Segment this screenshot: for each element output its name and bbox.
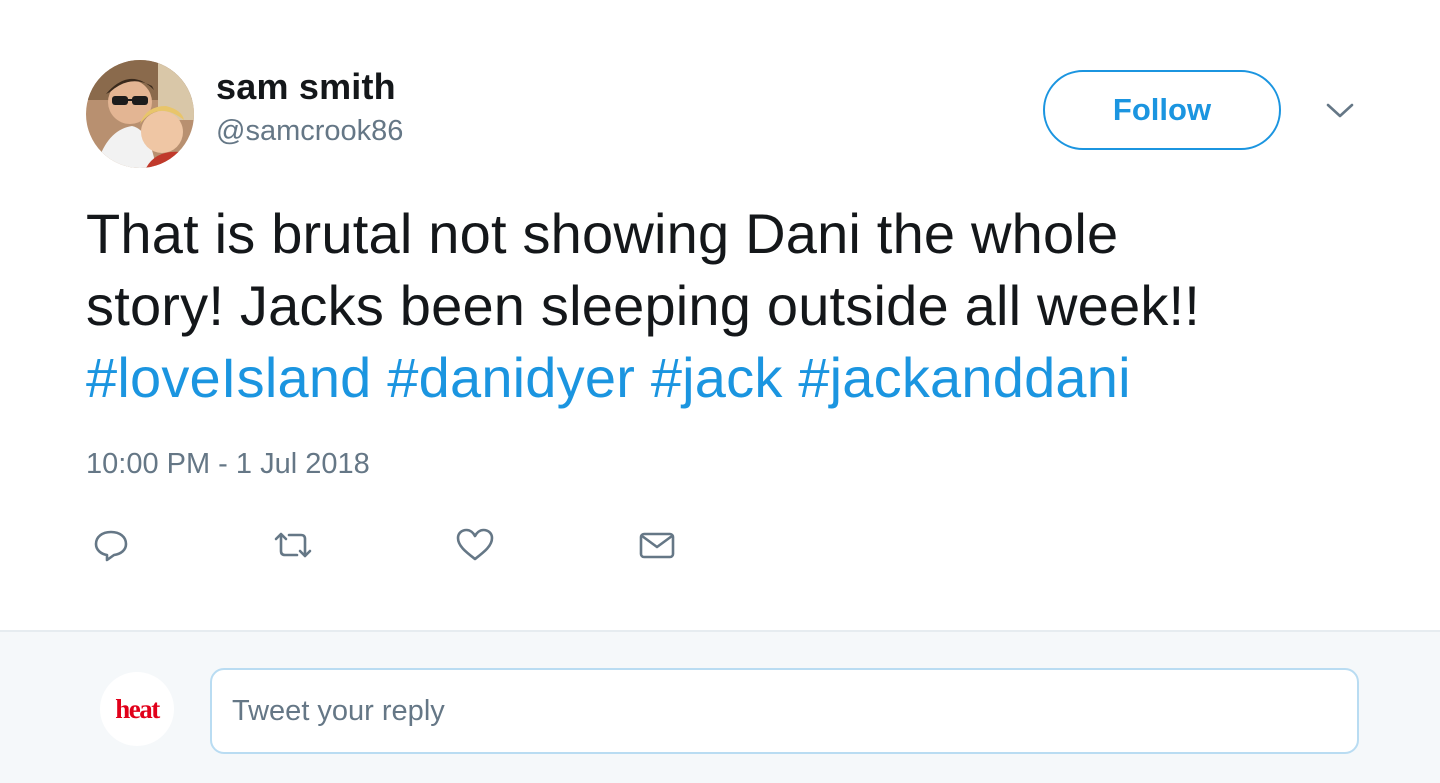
chevron-down-icon	[1326, 103, 1354, 118]
more-options-button[interactable]	[1320, 94, 1360, 128]
hashtag-link[interactable]: #jackanddani	[798, 346, 1130, 409]
tweet-text: That is brutal not showing Dani the whol…	[86, 198, 1386, 414]
tweet-timestamp[interactable]: 10:00 PM - 1 Jul 2018	[86, 448, 370, 481]
tweet-card: sam smith @samcrook86 Follow That is bru…	[0, 0, 1440, 630]
author-handle[interactable]: @samcrook86	[216, 115, 403, 148]
avatar-photo	[86, 60, 194, 168]
tweet-text-line: That is brutal not showing Dani the whol…	[86, 202, 1119, 265]
hashtag-link[interactable]: #danidyer	[387, 346, 635, 409]
hashtag-line: #loveIsland #danidyer #jack #jackanddani	[86, 342, 1386, 414]
reply-input[interactable]	[210, 668, 1359, 754]
direct-message-button[interactable]	[632, 520, 682, 570]
reply-icon	[94, 530, 128, 562]
retweet-button[interactable]	[268, 520, 318, 570]
current-user-avatar: heat	[100, 672, 174, 746]
retweet-icon	[274, 532, 312, 558]
envelope-icon	[639, 532, 675, 559]
hashtag-link[interactable]: #loveIsland	[86, 346, 372, 409]
heat-logo: heat	[115, 693, 160, 724]
tweet-text-line: story! Jacks been sleeping outside all w…	[86, 274, 1201, 337]
tweet-embed-page: sam smith @samcrook86 Follow That is bru…	[0, 0, 1440, 783]
follow-button[interactable]: Follow	[1043, 70, 1281, 150]
author-name[interactable]: sam smith	[216, 66, 396, 108]
like-button[interactable]	[450, 520, 500, 570]
hashtag-link[interactable]: #jack	[651, 346, 783, 409]
author-avatar[interactable]	[86, 60, 194, 168]
reply-button[interactable]	[86, 520, 136, 570]
heart-icon	[456, 528, 494, 561]
